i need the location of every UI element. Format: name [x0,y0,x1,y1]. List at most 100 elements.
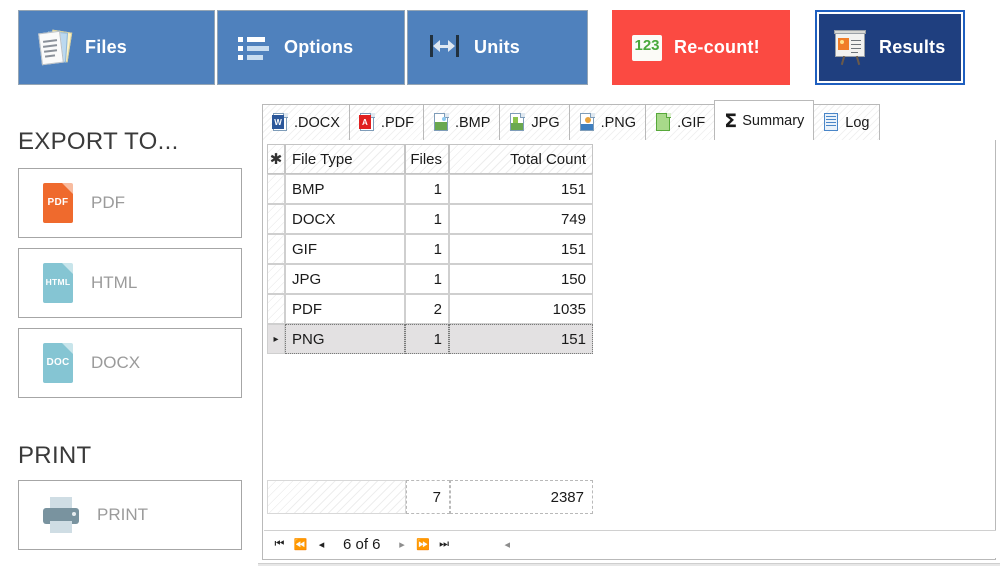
table-row[interactable]: JPG 1 150 [267,264,593,294]
row-indicator [267,264,285,294]
cell-file-type[interactable]: JPG [285,264,405,294]
results-button[interactable]: Results [815,10,965,85]
row-indicator [267,234,285,264]
cell-total-count[interactable]: 150 [449,264,593,294]
pdf-file-icon: PDF [39,180,77,226]
grid-header-row: ✱ File Type Files Total Count [267,144,593,174]
nav-prev-button[interactable]: ◂ [313,538,330,551]
tab-strip: W .DOCX A .PDF .BMP [262,100,879,140]
summary-grid: ✱ File Type Files Total Count BMP 1 151 … [267,144,593,354]
print-section-heading: PRINT [18,442,92,470]
export-html-label: HTML [91,273,137,293]
grid-header-files[interactable]: Files [405,144,449,174]
print-button-label: PRINT [97,505,148,525]
export-pdf-button[interactable]: PDF PDF [18,168,242,238]
files-button[interactable]: Files [18,10,215,85]
tab-gif[interactable]: .GIF [645,104,715,140]
nav-prev-page-button[interactable]: ⏪ [292,538,309,551]
row-indicator [267,294,285,324]
nav-next-button[interactable]: ▸ [394,538,411,551]
tab-pdf[interactable]: A .PDF [349,104,424,140]
cell-file-type[interactable]: BMP [285,174,405,204]
cell-total-count[interactable]: 151 [449,324,593,354]
image-file-icon [579,113,596,132]
tab-gif-label: .GIF [677,115,705,131]
tab-png-label: .PNG [601,115,636,131]
row-indicator: ▸ [267,324,285,354]
recount-button[interactable]: 123 Re-count! [612,10,790,85]
cell-files[interactable]: 1 [405,204,449,234]
cell-total-count[interactable]: 1035 [449,294,593,324]
image-file-icon [509,113,526,132]
cell-file-type[interactable]: DOCX [285,204,405,234]
cell-files[interactable]: 1 [405,174,449,204]
row-indicator [267,174,285,204]
list-icon [236,28,274,68]
printer-icon [39,495,83,535]
numbers-icon-text: 123 [632,37,662,54]
tab-jpg-label: JPG [531,115,559,131]
nav-first-button[interactable]: ⏮ [271,538,288,551]
units-button-label: Units [474,37,520,58]
tab-log[interactable]: Log [813,104,879,140]
cell-files[interactable]: 1 [405,264,449,294]
main-toolbar: Files Options Units 123 [0,0,1000,92]
tab-bmp-label: .BMP [455,115,490,131]
log-file-icon [823,113,840,132]
cell-total-count[interactable]: 151 [449,234,593,264]
cell-files[interactable]: 1 [405,324,449,354]
cell-files[interactable]: 2 [405,294,449,324]
image-file-icon [433,113,450,132]
html-file-icon-tag: HTML [43,277,73,287]
print-button[interactable]: PRINT [18,480,242,550]
export-html-button[interactable]: HTML HTML [18,248,242,318]
record-navigator: ⏮ ⏪ ◂ 6 of 6 ▸ ⏩ ⏭ ◂ [264,530,996,558]
cell-total-count[interactable]: 749 [449,204,593,234]
tab-jpg[interactable]: JPG [499,104,569,140]
totals-blank-cell [267,480,406,514]
units-button[interactable]: Units [407,10,588,85]
row-indicator [267,204,285,234]
horizontal-scroll-tick[interactable]: ◂ [505,538,511,551]
files-button-label: Files [85,37,127,58]
export-pdf-label: PDF [91,193,125,213]
grid-header-total-count[interactable]: Total Count [449,144,593,174]
options-button[interactable]: Options [217,10,405,85]
word-file-icon: W [272,113,289,132]
recount-button-label: Re-count! [674,37,760,58]
tab-png[interactable]: .PNG [569,104,646,140]
files-icon [37,28,75,68]
totals-count: 2387 [450,480,593,514]
cell-file-type[interactable]: GIF [285,234,405,264]
export-docx-button[interactable]: DOC DOCX [18,328,242,398]
options-button-label: Options [284,37,353,58]
cell-file-type[interactable]: PNG [285,324,405,354]
table-row[interactable]: GIF 1 151 [267,234,593,264]
tab-docx[interactable]: W .DOCX [262,104,350,140]
cell-file-type[interactable]: PDF [285,294,405,324]
table-row[interactable]: PDF 2 1035 [267,294,593,324]
table-row[interactable]: ▸ PNG 1 151 [267,324,593,354]
grid-header-file-type[interactable]: File Type [285,144,405,174]
cell-total-count[interactable]: 151 [449,174,593,204]
numbers-icon: 123 [632,33,664,63]
table-row[interactable]: DOCX 1 749 [267,204,593,234]
easel-icon [831,28,869,68]
sigma-icon: Σ [724,110,737,132]
summary-grid-container: ✱ File Type Files Total Count BMP 1 151 … [262,140,996,560]
nav-last-button[interactable]: ⏭ [436,538,453,551]
nav-next-page-button[interactable]: ⏩ [415,538,432,551]
nav-position-label: 6 of 6 [343,536,381,553]
results-button-label: Results [879,37,945,58]
cell-files[interactable]: 1 [405,234,449,264]
grid-header-indicator: ✱ [267,144,285,174]
pdf-file-icon: A [359,113,376,132]
results-panel: W .DOCX A .PDF .BMP [258,96,1000,566]
export-docx-label: DOCX [91,353,140,373]
tab-pdf-label: .PDF [381,115,414,131]
export-section-heading: EXPORT TO... [18,128,179,156]
pdf-file-icon-tag: PDF [43,197,73,208]
tab-bmp[interactable]: .BMP [423,104,500,140]
table-row[interactable]: BMP 1 151 [267,174,593,204]
tab-summary[interactable]: Σ Summary [714,100,814,140]
